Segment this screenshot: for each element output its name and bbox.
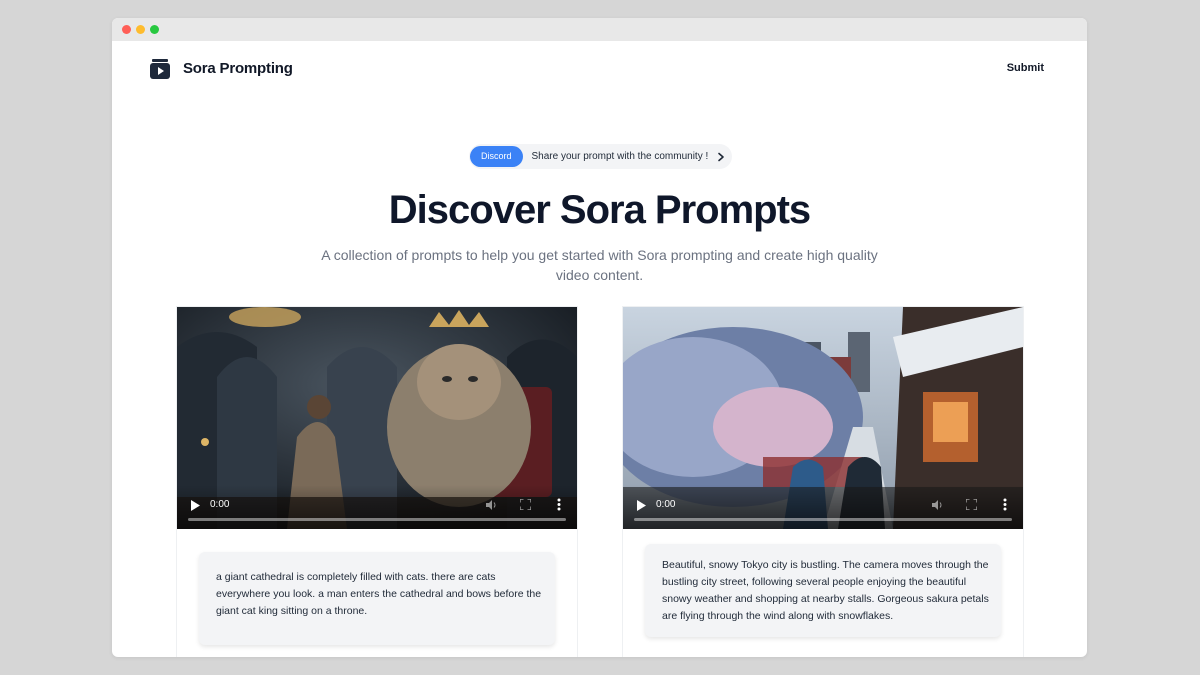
fullscreen-icon[interactable] [520,499,531,510]
prompt-text: a giant cathedral is completely filled w… [199,552,555,645]
prompt-card: 0:00 a giant cathedral is completely fil… [176,306,578,657]
brand-name[interactable]: Sora Prompting [183,60,293,77]
video-play-icon[interactable] [149,58,171,80]
video-progress-bar[interactable] [634,518,1012,521]
page-subtitle: A collection of prompts to help you get … [321,247,878,283]
maximize-window-button[interactable] [150,25,159,34]
play-icon[interactable] [191,500,200,511]
play-icon[interactable] [637,500,646,511]
page-title: Discover Sora Prompts [388,188,811,232]
video-time: 0:00 [210,499,230,510]
fullscreen-icon[interactable] [966,499,977,510]
browser-window: Sora Prompting Submit Discord Share your… [112,18,1087,657]
video-progress-bar[interactable] [188,518,566,521]
video-controls: 0:00 [623,485,1023,529]
announcement-pill[interactable]: Discord Share your prompt with the commu… [469,144,732,169]
video-time: 0:00 [656,499,676,510]
prompt-text: Beautiful, snowy Tokyo city is bustling.… [645,544,1001,637]
prompt-card: 0:00 Beautiful, snowy Tokyo city is bust… [622,306,1024,657]
top-nav: Sora Prompting Submit [112,41,1087,97]
more-vertical-icon[interactable] [557,498,561,511]
video-controls: 0:00 [177,485,577,529]
video-player[interactable]: 0:00 [623,307,1023,529]
volume-icon[interactable] [485,499,497,511]
more-vertical-icon[interactable] [1003,498,1007,511]
volume-icon[interactable] [931,499,943,511]
window-titlebar [112,18,1087,41]
discord-badge: Discord [470,146,523,167]
announcement-text: Share your prompt with the community ! [531,151,709,162]
minimize-window-button[interactable] [136,25,145,34]
submit-button[interactable]: Submit [1007,62,1044,74]
video-player[interactable]: 0:00 [177,307,577,529]
chevron-right-icon [718,152,725,161]
close-window-button[interactable] [122,25,131,34]
